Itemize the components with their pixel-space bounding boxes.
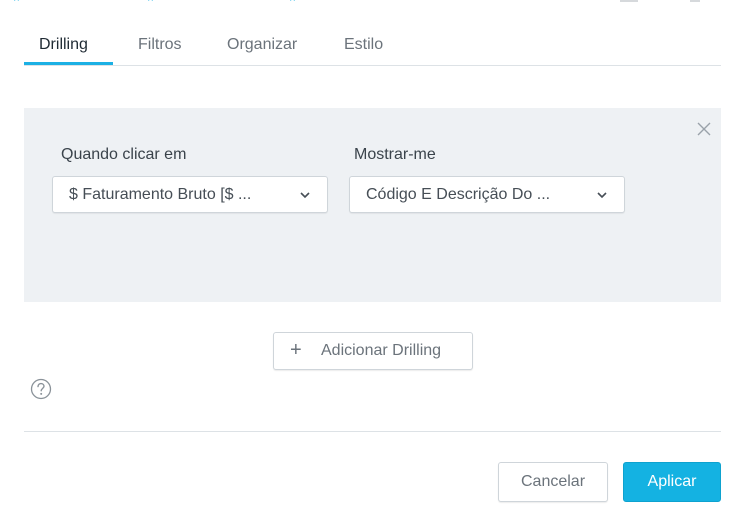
close-icon[interactable]: [696, 121, 712, 137]
star-icon: ★: [288, 0, 298, 4]
plus-icon: +: [290, 339, 302, 361]
chevron-down-icon: [300, 192, 310, 199]
strip-divider: [690, 0, 700, 2]
add-drilling-button[interactable]: + Adicionar Drilling: [273, 332, 473, 370]
footer-divider: [24, 431, 721, 432]
show-me-label: Mostrar-me: [354, 146, 436, 163]
when-click-label: Quando clicar em: [61, 146, 187, 163]
active-tab-indicator: [24, 62, 113, 65]
cancel-button[interactable]: Cancelar: [498, 462, 608, 502]
drill-rule-panel: Quando clicar em $ Faturamento Bruto [$ …: [24, 108, 721, 302]
star-icon: ★: [146, 0, 156, 4]
apply-button[interactable]: Aplicar: [623, 462, 721, 502]
show-me-value: Código E Descrição Do ...: [366, 186, 551, 203]
add-drilling-label: Adicionar Drilling: [321, 342, 442, 359]
tab-drilling[interactable]: Drilling: [39, 36, 88, 54]
top-edge-strip: ★ ★ ★: [0, 0, 747, 4]
when-click-value: $ Faturamento Bruto [$ ...: [69, 186, 252, 203]
tab-organizar[interactable]: Organizar: [227, 36, 297, 54]
tab-estilo[interactable]: Estilo: [344, 36, 383, 54]
help-icon[interactable]: [30, 378, 52, 400]
strip-divider: [620, 0, 638, 2]
star-icon: ★: [12, 0, 22, 4]
when-click-select[interactable]: $ Faturamento Bruto [$ ...: [52, 176, 328, 213]
tab-filtros[interactable]: Filtros: [138, 36, 182, 54]
show-me-select[interactable]: Código E Descrição Do ...: [349, 176, 625, 213]
tab-bar: Drilling Filtros Organizar Estilo: [24, 28, 721, 66]
chevron-down-icon: [597, 192, 607, 199]
